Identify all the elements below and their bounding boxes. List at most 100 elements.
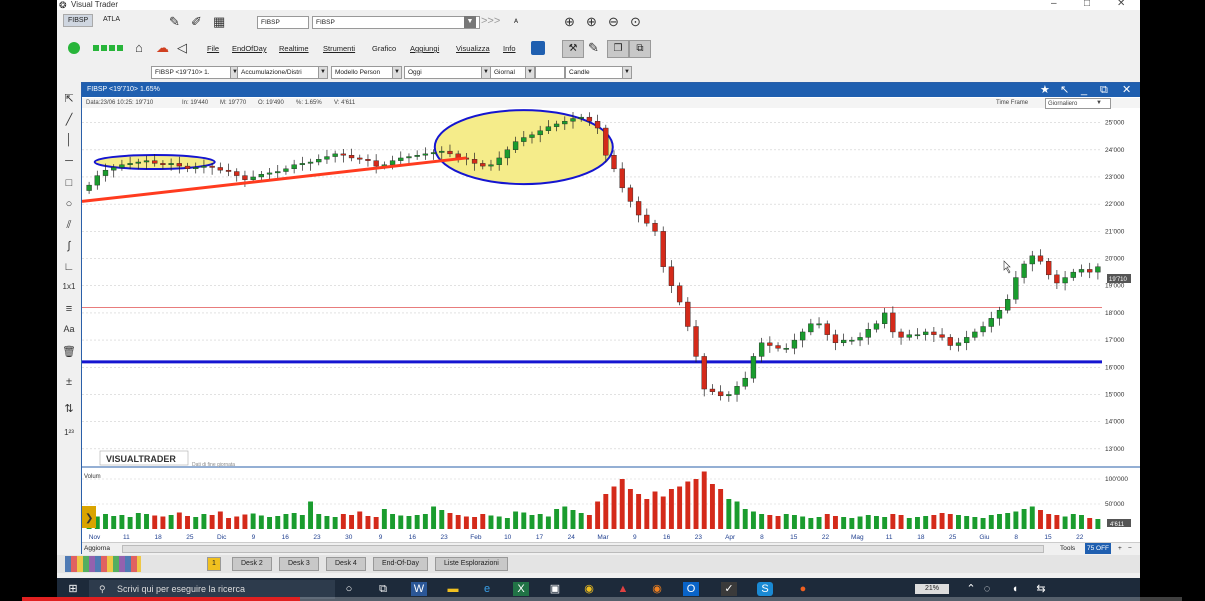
menu-file[interactable]: File [207, 44, 219, 54]
cursor-icon[interactable]: ⇱ [61, 92, 77, 105]
period-select[interactable]: Oggi ▼ [404, 66, 491, 79]
forward-chevrons[interactable]: >>> [481, 15, 500, 27]
menu-strumenti[interactable]: Strumenti [323, 44, 355, 54]
zoom-search-icon[interactable]: ⊙ [630, 15, 641, 29]
chrome-icon[interactable]: ◉ [581, 582, 597, 596]
symbol-field-2[interactable]: FIBSP [312, 16, 480, 29]
menu-realtime[interactable]: Realtime [279, 44, 309, 54]
explorer-icon[interactable]: ▬ [445, 582, 461, 596]
pointer-icon[interactable]: ◁ [177, 41, 187, 55]
blank-field[interactable] [535, 66, 565, 79]
zoom-level-button[interactable]: 75 OFF [1085, 543, 1112, 554]
zoom-out-icon[interactable]: ⊖ [608, 15, 619, 29]
trash-icon[interactable]: 🗑 [61, 345, 77, 358]
firefox-icon[interactable]: ◉ [649, 582, 665, 596]
network-icon[interactable]: ◌ [979, 582, 995, 596]
chevron-down-icon[interactable]: ▼ [318, 67, 327, 78]
chart-tool-icon[interactable]: ✎ [169, 15, 180, 29]
chevron-down-icon[interactable]: ▼ [525, 67, 534, 78]
layout-icon[interactable] [531, 41, 545, 55]
calculator-icon[interactable]: ▦ [213, 15, 225, 29]
windows-start-icon[interactable]: ⊞ [65, 582, 81, 596]
numbering-tool-icon[interactable]: 1²³ [61, 428, 77, 437]
order-sell-tool-icon[interactable]: ⇅ [61, 402, 77, 415]
alert-icon[interactable]: ☁ [156, 41, 169, 55]
word-icon[interactable]: W [411, 582, 427, 596]
scrollbar[interactable] [122, 545, 1044, 553]
video-progress-bar[interactable] [22, 597, 300, 601]
skype-icon[interactable]: S [757, 582, 773, 596]
horizontal-line-tool-icon[interactable]: ─ [61, 155, 77, 167]
chevron-down-icon[interactable]: ▼ [622, 67, 631, 78]
rectangle-tool-icon[interactable]: □ [61, 177, 77, 189]
desk-tab-1[interactable]: 1 [207, 557, 221, 571]
refresh-button[interactable]: Aggiorna [84, 543, 110, 554]
timeframe-select[interactable]: Giornal ▼ [490, 66, 535, 79]
add-icon[interactable]: + [1118, 543, 1122, 554]
fibonacci-tool-icon[interactable]: ≡ [61, 303, 77, 315]
layers-icon[interactable]: ❐ [607, 40, 629, 58]
color-palette[interactable] [65, 556, 141, 572]
tab-fibsp[interactable]: FIBSP [63, 14, 94, 27]
visualtrader-icon[interactable]: ✓ [721, 582, 737, 596]
desk-tab-eod[interactable]: End-Of-Day [373, 557, 428, 571]
language-icon[interactable]: ⇆ [1033, 582, 1049, 596]
tools-button[interactable]: Tools [1060, 543, 1075, 554]
channel-tool-icon[interactable]: ⫽ [61, 219, 77, 232]
desk-tab-2[interactable]: Desk 2 [232, 557, 272, 571]
freehand-tool-icon[interactable]: ∫ [61, 240, 77, 252]
chevron-down-icon[interactable]: ▼ [392, 67, 401, 78]
excel-icon[interactable]: X [513, 582, 529, 596]
zoom-in-icon[interactable]: ⊕ [586, 15, 597, 29]
text-tool-icon[interactable]: Aa [61, 324, 77, 334]
cortana-icon[interactable]: ○ [341, 582, 357, 596]
symbol-dropdown-icon[interactable]: ▼ [464, 16, 476, 28]
maximize-icon[interactable]: □ [1084, 0, 1090, 9]
indicator-select[interactable]: Accumulazione/Distri ▼ [237, 66, 328, 79]
gann-tool-icon[interactable]: 1x1 [61, 282, 77, 291]
vertical-line-tool-icon[interactable]: │ [61, 134, 77, 146]
desk-tab-4[interactable]: Desk 4 [326, 557, 366, 571]
model-select[interactable]: Modello Person ▼ [331, 66, 402, 79]
desk-tab-3[interactable]: Desk 3 [279, 557, 319, 571]
order-buy-tool-icon[interactable]: ± [61, 376, 77, 388]
menu-grafico[interactable]: Grafico [372, 44, 396, 54]
tray-chevron-icon[interactable]: ⌃ [963, 582, 979, 596]
minimize-icon[interactable]: – [1051, 0, 1057, 9]
symbol-field-1[interactable]: FIBSP [257, 16, 309, 29]
angle-tool-icon[interactable]: ∟ [61, 261, 77, 273]
price-chart[interactable]: 25'000 24'000 23'000 22'000 21'000 20'000 19'0… [82, 109, 1140, 542]
window-close-icon[interactable]: ✕ [1122, 83, 1131, 97]
task-view-icon[interactable]: ⧉ [375, 582, 391, 596]
pin-icon[interactable]: ↖ [1060, 83, 1069, 97]
chevron-down-icon[interactable]: ▼ [481, 67, 490, 78]
font-size-icon[interactable]: ᴬ [514, 15, 518, 29]
app-icon[interactable]: ▣ [547, 582, 563, 596]
tab-atla[interactable]: ATLA [99, 14, 124, 25]
brush-icon[interactable]: ✎ [588, 41, 599, 55]
favorite-icon[interactable]: ★ [1040, 83, 1050, 97]
instrument-select[interactable]: FIBSP <19'710> 1. ▼ [151, 66, 240, 79]
window-restore-icon[interactable]: ⧉ [1100, 83, 1108, 97]
edit-icon[interactable]: ✐ [191, 15, 202, 29]
edge-icon[interactable]: e [479, 582, 495, 596]
trendline-tool-icon[interactable]: ╱ [61, 113, 77, 126]
outlook-icon[interactable]: O [683, 582, 699, 596]
media-icon[interactable]: ● [795, 582, 811, 596]
home-icon[interactable]: ⌂ [135, 41, 143, 55]
tools-toggle-icon[interactable]: ⚒ [562, 40, 584, 58]
remove-icon[interactable]: − [1128, 543, 1132, 554]
menu-endofday[interactable]: EndOfDay [232, 44, 267, 54]
acrobat-icon[interactable]: ▲ [615, 582, 631, 596]
volume-icon[interactable]: ◖ [1007, 582, 1023, 596]
window-minimize-icon[interactable]: _ [1081, 83, 1087, 97]
copy-icon[interactable]: ⧉ [629, 40, 651, 58]
close-icon[interactable]: ✕ [1117, 0, 1125, 9]
zoom-fit-icon[interactable]: ⊕ [564, 15, 575, 29]
menu-visualizza[interactable]: Visualizza [456, 44, 490, 54]
chevron-down-icon[interactable]: ▼ [1096, 98, 1102, 108]
menu-aggiungi[interactable]: Aggiungi [410, 44, 439, 54]
menu-info[interactable]: Info [503, 44, 516, 54]
desk-tab-explorations[interactable]: Liste Esplorazioni [435, 557, 508, 571]
chart-type-select[interactable]: Candle ▼ [565, 66, 632, 79]
